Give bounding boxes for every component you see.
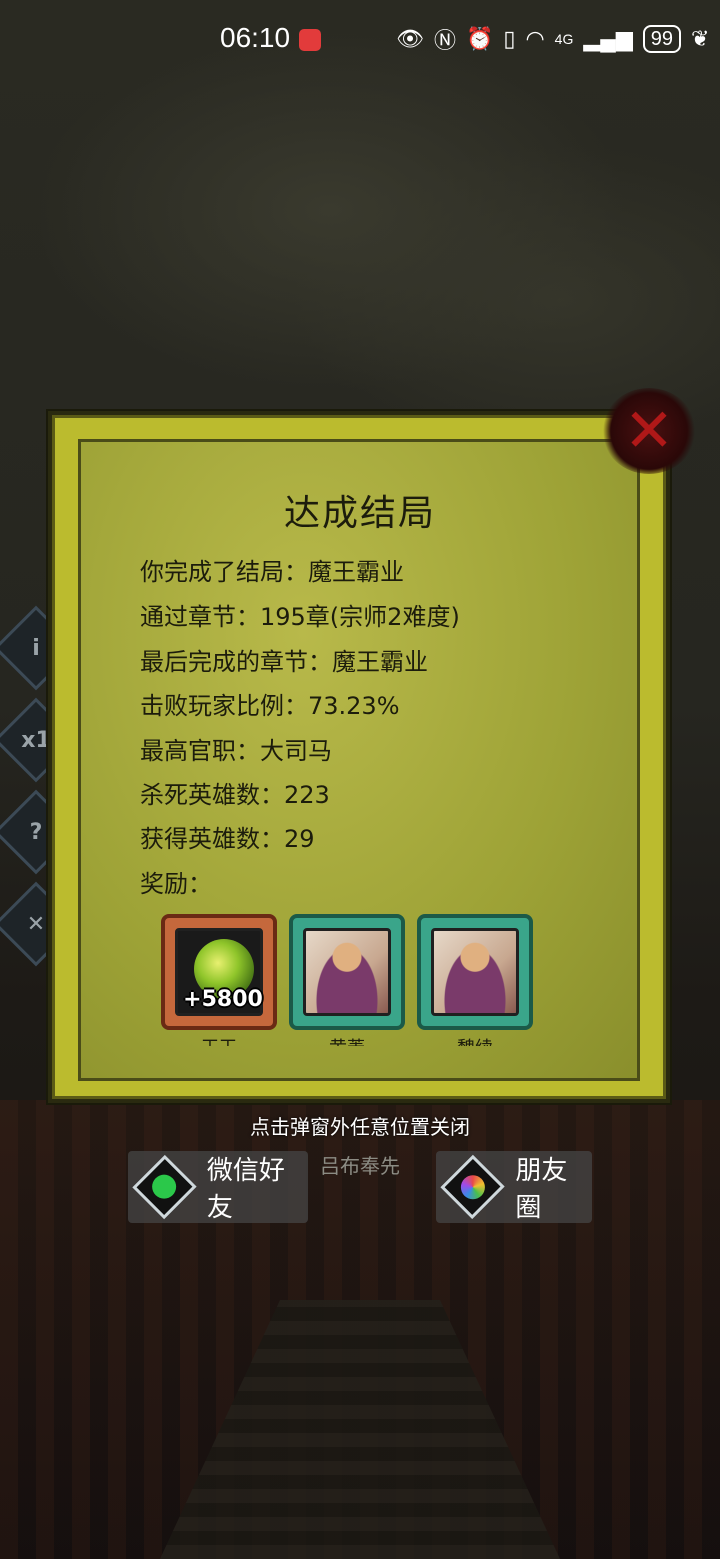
share-moments-label: 朋友圈 <box>515 1156 568 1223</box>
reward-item-hero-1[interactable] <box>289 914 405 1030</box>
heroes-killed-line: 杀死英雄数：223 <box>140 781 330 809</box>
moments-icon <box>440 1154 505 1220</box>
chapters-line: 通过章节：195章(宗师2难度) <box>140 603 460 631</box>
reward-item-hero-2[interactable] <box>417 914 533 1030</box>
close-icon: ✕ <box>623 396 675 466</box>
reward-item-frame <box>431 928 519 1016</box>
last-chapter-line: 最后完成的章节：魔王霸业 <box>140 648 428 676</box>
rewards-label: 奖励： <box>140 870 212 898</box>
status-time: 06:10 <box>220 22 291 53</box>
leaf-icon: ❦ <box>691 26 710 51</box>
reward-item-orb[interactable]: +5800 <box>161 914 277 1030</box>
reward-item-frame <box>303 928 391 1016</box>
app-notification-icon <box>299 29 321 51</box>
ending-line: 你完成了结局：魔王霸业 <box>140 558 404 586</box>
heroes-obtained-line: 获得英雄数：29 <box>140 825 315 853</box>
eye-icon: 👁 <box>396 26 424 51</box>
wechat-icon <box>132 1154 197 1220</box>
reward-name: 黄蓋 <box>289 1034 405 1046</box>
reward-name: 王玉 <box>161 1034 277 1046</box>
close-hint: 点击弹窗外任意位置关闭 <box>250 1115 470 1139</box>
reward-name: 魏续 <box>417 1034 533 1046</box>
signal-bars-icon: ▂▄▆ <box>583 26 633 51</box>
hero-portrait-icon <box>434 931 516 1013</box>
vibrate-icon: ▯ <box>503 26 516 51</box>
nfc-icon: Ⓝ <box>433 28 456 53</box>
background-hero-name: 吕布奉先 <box>320 1154 400 1178</box>
reward-count: +5800 <box>183 987 263 1012</box>
signal-icon: 4G <box>554 31 574 47</box>
close-button[interactable]: ✕ <box>602 388 696 474</box>
highest-rank-line: 最高官职：大司马 <box>140 737 332 765</box>
alarm-icon: ⏰ <box>465 26 494 51</box>
wifi-icon: ◠ <box>525 26 545 51</box>
battery-icon: 99 <box>642 25 682 53</box>
dialog-title: 达成结局 <box>283 493 436 534</box>
defeat-ratio-line: 击败玩家比例：73.23% <box>140 692 400 720</box>
status-bar: 06:10 👁 Ⓝ ⏰ ▯ ◠ 4G ▂▄▆ 99 ❦ <box>0 0 720 80</box>
share-moments-button[interactable]: 朋友圈 <box>436 1151 592 1223</box>
status-icons: 👁 Ⓝ ⏰ ▯ ◠ 4G ▂▄▆ 99 ❦ <box>396 22 709 56</box>
share-wechat-label: 微信好友 <box>206 1156 285 1223</box>
hero-portrait-icon <box>306 931 388 1013</box>
share-wechat-friends-button[interactable]: 微信好友 <box>128 1151 308 1223</box>
